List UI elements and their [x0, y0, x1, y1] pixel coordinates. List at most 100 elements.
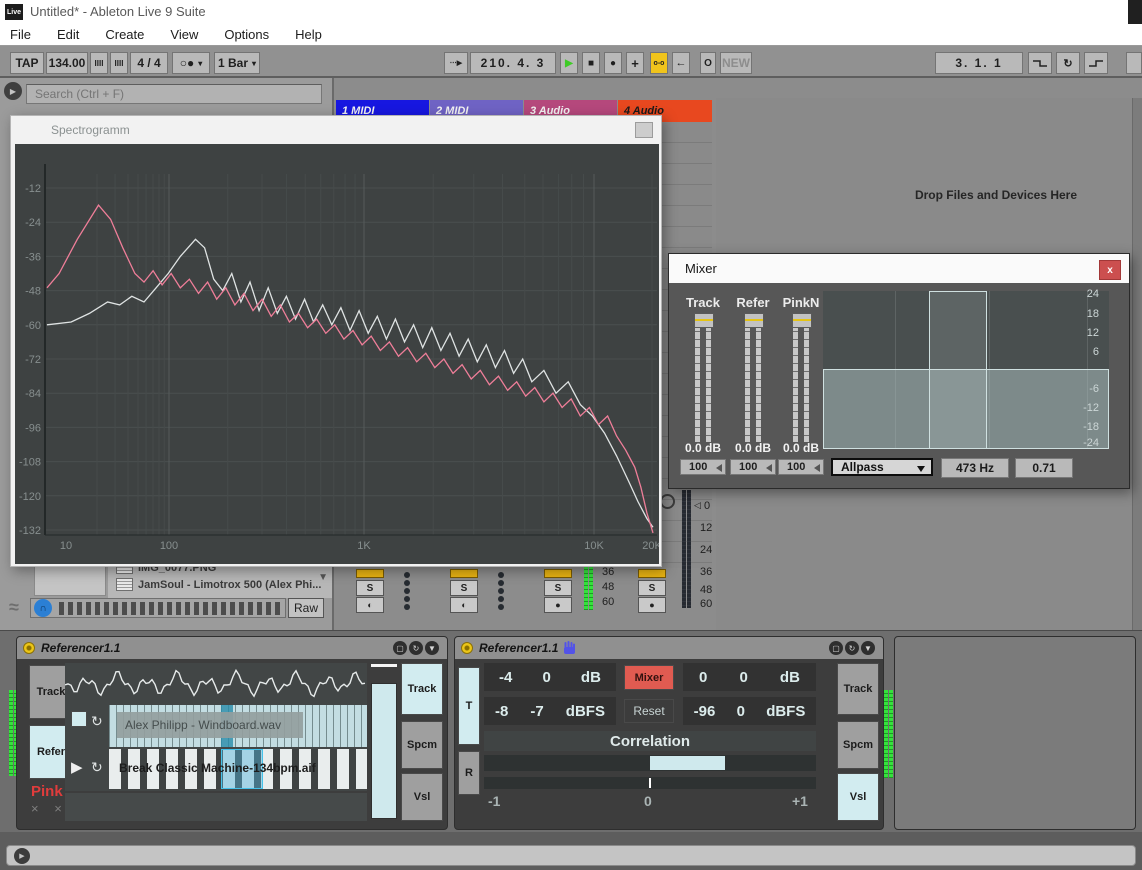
raw-button[interactable]: Raw — [288, 598, 324, 618]
view-spcm-button[interactable]: Spcm — [401, 721, 443, 769]
arm-button-track2[interactable]: ◐ — [450, 597, 478, 613]
menu-edit[interactable]: Edit — [57, 27, 79, 42]
volume-fader-pinkn[interactable] — [793, 316, 809, 442]
draw-mode-button[interactable]: O — [700, 52, 716, 74]
solo-button-track2[interactable]: S — [450, 580, 478, 596]
list-item[interactable]: JamSoul - Limotrox 500 (Alex Phi... — [108, 577, 332, 592]
device-fold-icon[interactable]: ▢ — [393, 641, 407, 655]
loop-start-field[interactable]: 3. 1. 1 — [935, 52, 1023, 74]
device-fold-icon[interactable]: ▢ — [829, 641, 843, 655]
back-to-arrangement-button[interactable]: ← — [672, 52, 690, 74]
referencer-device-left[interactable]: Referencer1.1 ▢ ↻ ▼ Track Refer Pink × ×… — [16, 636, 448, 830]
empty-device-panel[interactable] — [894, 636, 1136, 830]
clip1-name[interactable]: Alex Philipp - Windboard.wav — [117, 712, 303, 738]
clipped-loop-length-field[interactable] — [1126, 52, 1142, 74]
width-spinner-pinkn[interactable]: 100 — [778, 459, 824, 475]
tempo-field[interactable]: 134.00 — [46, 52, 88, 74]
view-track-button[interactable]: Track — [401, 663, 443, 715]
clip2-name[interactable]: Break Classic Machine-134bpm.aif — [119, 761, 316, 775]
stop-button[interactable]: ■ — [582, 52, 600, 74]
spectrogram-window-button[interactable] — [635, 122, 653, 138]
volume-fader-track[interactable] — [695, 316, 711, 442]
solo-button-track4[interactable]: S — [638, 580, 666, 596]
reset-button[interactable]: Reset — [624, 699, 674, 723]
loop-button[interactable]: ↻ — [1056, 52, 1080, 74]
new-button[interactable]: NEW — [720, 52, 752, 74]
arm-button-track1[interactable]: ◐ — [356, 597, 384, 613]
clip1-select-button[interactable] — [71, 711, 87, 727]
close-icon[interactable]: x — [1099, 260, 1121, 280]
width-spinner-track[interactable]: 100 — [680, 459, 726, 475]
metronome-button[interactable]: ○● ▾ — [172, 52, 210, 74]
clip-stop-button[interactable] — [638, 569, 666, 578]
menu-file[interactable]: File — [10, 27, 31, 42]
zero-marker-icon[interactable]: ◁ — [694, 500, 701, 511]
view-vsl-button[interactable]: Vsl — [401, 773, 443, 821]
status-play-icon[interactable]: ▶ — [14, 848, 30, 864]
mixer-button[interactable]: Mixer — [624, 665, 674, 690]
arm-button-track3[interactable]: ● — [544, 597, 572, 613]
fader-cap[interactable] — [694, 313, 714, 328]
filter-display[interactable]: 24 18 12 6 -6 -12 -18 -24 — [823, 288, 1109, 449]
filter-type-dropdown[interactable]: Allpass — [831, 458, 933, 476]
midi-overdub-button[interactable]: o-o — [650, 52, 668, 74]
preview-bar[interactable] — [30, 598, 286, 618]
follow-button[interactable]: ⋯▶ — [444, 52, 468, 74]
left-channel-button[interactable]: T — [458, 667, 480, 745]
spinner-left-icon[interactable] — [814, 464, 820, 472]
tap-tempo-button[interactable]: TAP — [10, 52, 44, 74]
spinner-left-icon[interactable] — [716, 464, 722, 472]
search-input[interactable] — [26, 84, 322, 104]
spectrogram-window[interactable]: Spectrogramm -12 -24 -36 -48 -60 -72 -84 -96 -10… — [10, 115, 662, 567]
clip-stop-button[interactable] — [544, 569, 572, 578]
pan-knob[interactable] — [660, 494, 675, 509]
device-hotswap-icon[interactable]: ↻ — [409, 641, 423, 655]
device-on-led[interactable] — [23, 642, 35, 654]
scroll-down-icon[interactable]: ▼ — [318, 572, 328, 583]
nudge-down-button[interactable]: IIII — [90, 52, 108, 74]
punch-in-button[interactable] — [1028, 52, 1052, 74]
menu-options[interactable]: Options — [224, 27, 269, 42]
time-signature-field[interactable]: 4 / 4 — [130, 52, 168, 74]
nudge-up-button[interactable]: IIII — [110, 52, 128, 74]
record-button[interactable]: ● — [604, 52, 622, 74]
punch-out-button[interactable] — [1084, 52, 1108, 74]
fader-cap[interactable] — [744, 313, 764, 328]
filter-freq-field[interactable]: 473 Hz — [941, 458, 1009, 478]
mixer-window[interactable]: Mixer x Track Refer PinkN 0.0 dB 0.0 dB … — [668, 253, 1130, 489]
menu-create[interactable]: Create — [105, 27, 144, 42]
device-hotswap-icon[interactable]: ↻ — [845, 641, 859, 655]
clip-stop-button[interactable] — [356, 569, 384, 578]
right-channel-button[interactable]: R — [458, 751, 480, 795]
pink-noise-toggles[interactable]: × × — [31, 801, 68, 816]
width-spinner-refer[interactable]: 100 — [730, 459, 776, 475]
clip-stop-button[interactable] — [450, 569, 478, 578]
hide-browser-icon[interactable]: ≈ — [2, 596, 26, 618]
quantize-menu[interactable]: 1 Bar ▾ — [214, 52, 260, 74]
session-scrollbar[interactable] — [1132, 98, 1142, 630]
filter-q-field[interactable]: 0.71 — [1015, 458, 1073, 478]
volume-fader-refer[interactable] — [745, 316, 761, 442]
device-output-fader[interactable] — [371, 683, 397, 819]
filter-band-selection[interactable] — [929, 291, 987, 449]
loop-icon[interactable]: ↻ — [91, 759, 103, 776]
play-button[interactable]: ▶ — [560, 52, 578, 74]
mixer-title-bar[interactable] — [669, 254, 1129, 283]
arrangement-position-field[interactable]: 210. 4. 3 — [470, 52, 556, 74]
view-spcm-button[interactable]: Spcm — [837, 721, 879, 769]
menu-view[interactable]: View — [170, 27, 198, 42]
device-on-led[interactable] — [461, 642, 473, 654]
referencer-device-center[interactable]: Referencer1.1 ▢ ↻ ▼ T R -4 0 dB Mixer 0 … — [454, 636, 884, 830]
device-save-icon[interactable]: ▼ — [425, 641, 439, 655]
fader-cap[interactable] — [792, 313, 812, 328]
view-track-button[interactable]: Track — [837, 663, 879, 715]
play-sample-icon[interactable]: ▶ — [71, 758, 83, 776]
solo-button-track3[interactable]: S — [544, 580, 572, 596]
solo-button-track1[interactable]: S — [356, 580, 384, 596]
loop-icon[interactable]: ↻ — [91, 713, 103, 730]
arm-button-track4[interactable]: ● — [638, 597, 666, 613]
device-save-icon[interactable]: ▼ — [861, 641, 875, 655]
pink-noise-label[interactable]: Pink — [31, 783, 63, 800]
menu-help[interactable]: Help — [295, 27, 322, 42]
view-vsl-button[interactable]: Vsl — [837, 773, 879, 821]
